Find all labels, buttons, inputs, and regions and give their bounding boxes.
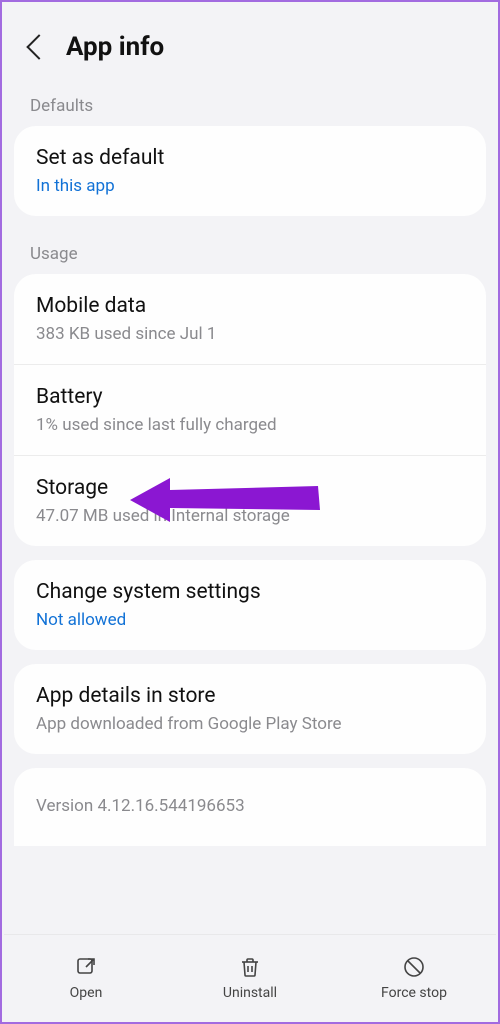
trash-icon: [238, 955, 262, 979]
row-title: Set as default: [36, 146, 464, 170]
row-sub: In this app: [36, 176, 464, 196]
section-label-defaults: Defaults: [2, 82, 498, 126]
force-stop-button[interactable]: Force stop: [333, 955, 495, 1001]
card-defaults: Set as default In this app: [14, 126, 486, 216]
row-sub: 1% used since last fully charged: [36, 415, 464, 435]
row-title: App details in store: [36, 684, 464, 708]
card-change-settings: Change system settings Not allowed: [14, 560, 486, 650]
row-storage[interactable]: Storage 47.07 MB used in Internal storag…: [14, 455, 486, 546]
forbidden-icon: [402, 955, 426, 979]
open-label: Open: [70, 985, 103, 1001]
row-sub: Not allowed: [36, 610, 464, 630]
row-title: Storage: [36, 476, 464, 500]
force-stop-label: Force stop: [381, 985, 447, 1001]
row-mobile-data[interactable]: Mobile data 383 KB used since Jul 1: [14, 274, 486, 364]
row-set-as-default[interactable]: Set as default In this app: [14, 126, 486, 216]
card-store-details: App details in store App downloaded from…: [14, 664, 486, 754]
page-title: App info: [66, 32, 164, 62]
row-sub: 383 KB used since Jul 1: [36, 324, 464, 344]
bottom-bar: Open Uninstall Force stop: [4, 934, 496, 1020]
row-title: Change system settings: [36, 580, 464, 604]
row-sub: 47.07 MB used in Internal storage: [36, 506, 464, 526]
open-button[interactable]: Open: [5, 955, 167, 1001]
row-app-details-in-store[interactable]: App details in store App downloaded from…: [14, 664, 486, 754]
section-label-usage: Usage: [2, 230, 498, 274]
row-title: Battery: [36, 385, 464, 409]
card-usage: Mobile data 383 KB used since Jul 1 Batt…: [14, 274, 486, 546]
row-change-system-settings[interactable]: Change system settings Not allowed: [14, 560, 486, 650]
header: App info: [2, 2, 498, 82]
card-version: Version 4.12.16.544196653: [14, 768, 486, 846]
back-icon[interactable]: [26, 34, 51, 59]
row-sub: App downloaded from Google Play Store: [36, 714, 464, 734]
row-title: Mobile data: [36, 294, 464, 318]
uninstall-label: Uninstall: [223, 985, 277, 1001]
open-icon: [74, 955, 98, 979]
version-text: Version 4.12.16.544196653: [36, 796, 464, 816]
uninstall-button[interactable]: Uninstall: [169, 955, 331, 1001]
row-battery[interactable]: Battery 1% used since last fully charged: [14, 364, 486, 455]
